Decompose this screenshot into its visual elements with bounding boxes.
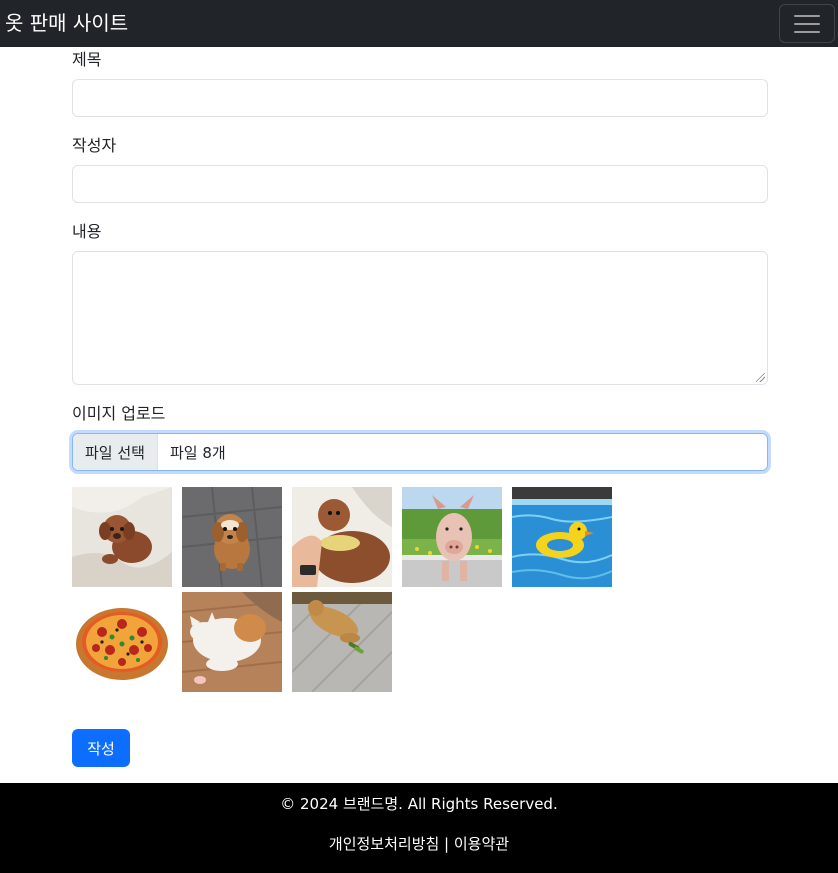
thumbnail-pig (402, 487, 502, 587)
file-status: 파일 8개 (169, 443, 226, 462)
footer-copyright: © 2024 브랜드명. All Rights Reserved. (280, 795, 558, 813)
thumbnail-dog-tiles (292, 592, 392, 692)
navbar-toggle-button[interactable] (779, 4, 835, 43)
thumbnail-puppy-bed (72, 487, 172, 587)
content-label: 내용 (72, 222, 102, 241)
author-label: 작성자 (72, 136, 117, 155)
thumbnail-puppy-floor (182, 487, 282, 587)
title-input[interactable] (72, 79, 768, 117)
image-upload-label: 이미지 업로드 (72, 404, 166, 423)
brand-title[interactable]: 옷 판매 사이트 (5, 7, 128, 36)
footer: © 2024 브랜드명. All Rights Reserved. 개인정보처리… (0, 783, 838, 873)
hamburger-menu-icon (794, 14, 820, 17)
title-label: 제목 (72, 50, 102, 69)
submit-button[interactable]: 작성 (72, 729, 130, 767)
thumbnail-puppy-hand (292, 487, 392, 587)
thumbnail-cat (182, 592, 282, 692)
resize-handle-icon[interactable] (756, 373, 765, 382)
file-select-button[interactable]: 파일 선택 (73, 434, 158, 470)
thumbnail-pizza (72, 592, 172, 692)
image-preview-list (72, 487, 632, 692)
footer-links[interactable]: 개인정보처리방침 | 이용약관 (0, 833, 838, 854)
content-textarea[interactable] (72, 251, 768, 385)
navbar: 옷 판매 사이트 (0, 0, 838, 47)
thumbnail-duck-pool (512, 487, 612, 587)
post-form: 제목 작성자 내용 이미지 업로드 파일 선택 파일 8개 작성 (72, 47, 768, 767)
file-input[interactable]: 파일 선택 파일 8개 (72, 433, 768, 471)
author-input[interactable] (72, 165, 768, 203)
